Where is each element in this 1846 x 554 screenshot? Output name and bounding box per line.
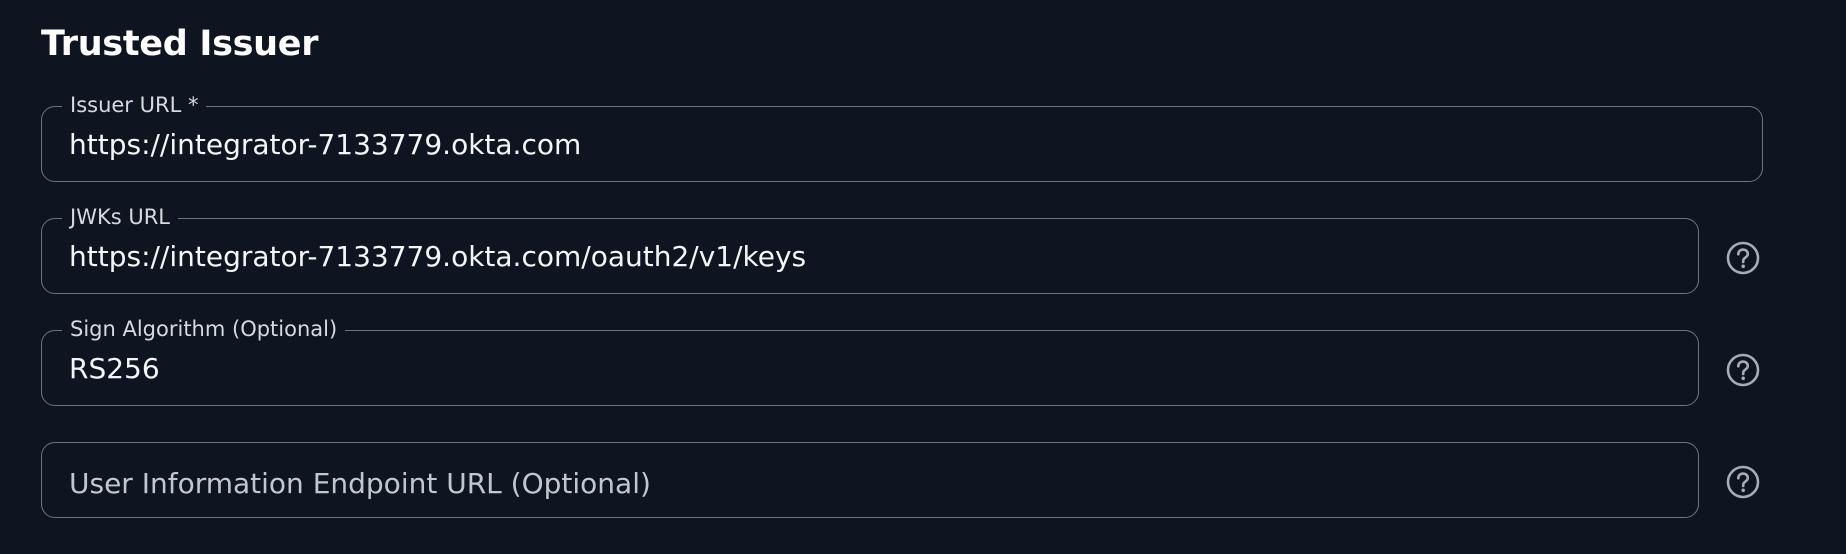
issuer-url-value[interactable]: https://integrator-7133779.okta.com bbox=[69, 127, 581, 163]
jwks-url-value[interactable]: https://integrator-7133779.okta.com/oaut… bbox=[69, 239, 806, 275]
question-circle-icon bbox=[1726, 353, 1760, 387]
sign-algorithm-value[interactable]: RS256 bbox=[69, 351, 160, 387]
jwks-url-label: JWKs URL bbox=[62, 204, 179, 230]
question-circle-icon bbox=[1726, 241, 1760, 275]
section-title: Trusted Issuer bbox=[41, 24, 319, 64]
sign-algorithm-label: Sign Algorithm (Optional) bbox=[62, 316, 346, 342]
user-info-endpoint-help-icon[interactable] bbox=[1726, 465, 1760, 499]
sign-algorithm-field[interactable]: Sign Algorithm (Optional) RS256 bbox=[41, 316, 1699, 406]
user-info-endpoint-placeholder[interactable]: User Information Endpoint URL (Optional) bbox=[69, 466, 651, 502]
question-circle-icon bbox=[1726, 465, 1760, 499]
user-info-endpoint-field[interactable]: User Information Endpoint URL (Optional) bbox=[41, 442, 1699, 518]
jwks-url-field[interactable]: JWKs URL https://integrator-7133779.okta… bbox=[41, 204, 1699, 294]
sign-algorithm-help-icon[interactable] bbox=[1726, 353, 1760, 387]
jwks-url-help-icon[interactable] bbox=[1726, 241, 1760, 275]
issuer-url-field[interactable]: Issuer URL * https://integrator-7133779.… bbox=[41, 92, 1763, 182]
issuer-url-label: Issuer URL * bbox=[62, 92, 207, 118]
